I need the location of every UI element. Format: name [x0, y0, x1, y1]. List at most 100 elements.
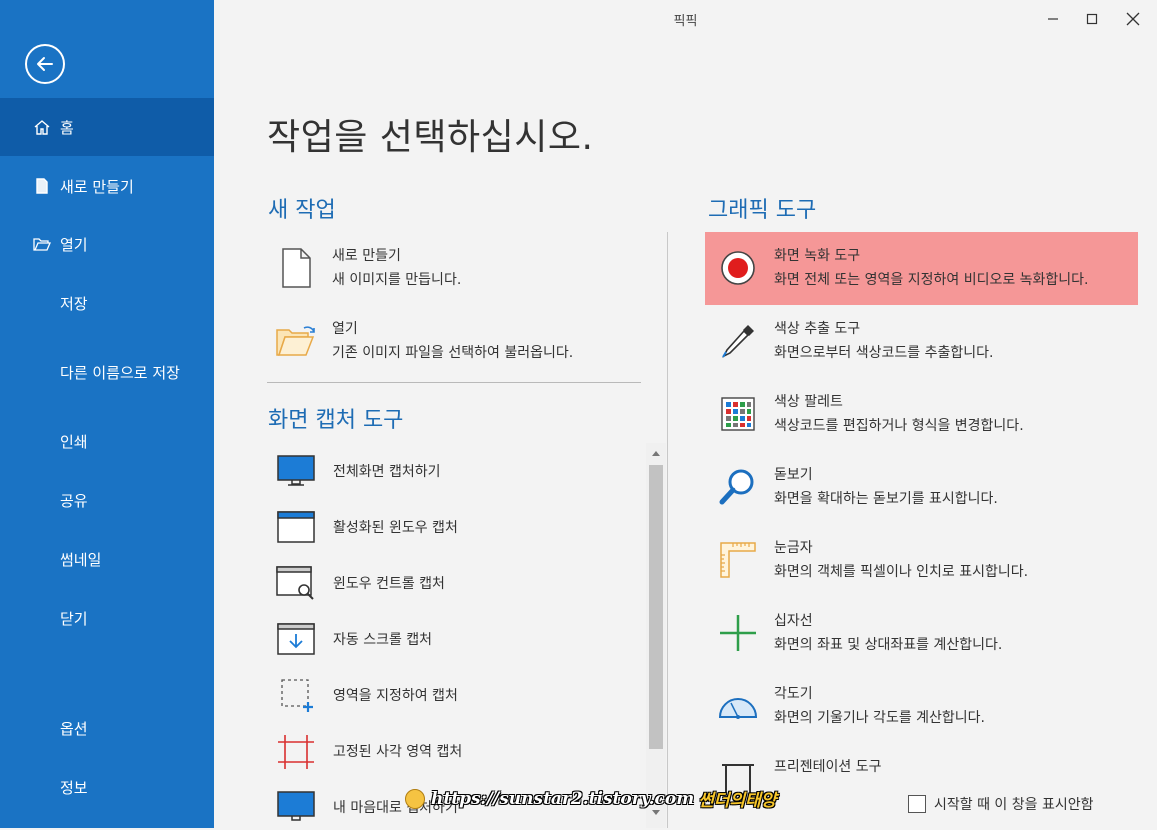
item-desc: 화면을 확대하는 돋보기를 표시합니다.: [774, 491, 998, 507]
section-title-graphic: 그래픽 도구: [708, 198, 817, 223]
item-desc: 화면 전체 또는 영역을 지정하여 비디오로 녹화합니다.: [774, 272, 1089, 288]
item-title: 새로 만들기: [332, 248, 401, 264]
capture-fixed-region-item[interactable]: 고정된 사각 영역 캡처: [273, 728, 462, 774]
palette-grid-icon: [716, 392, 760, 436]
item-label: 윈도우 컨트롤 캡처: [333, 576, 445, 592]
section-title-capture: 화면 캡처 도구: [268, 408, 404, 433]
item-label: 활성화된 윈도우 캡처: [333, 520, 458, 536]
window-magnifier-icon: [273, 563, 319, 603]
minimize-icon: [1048, 18, 1058, 20]
sidebar-item-new[interactable]: 새로 만들기: [0, 157, 214, 215]
sidebar-item-label: 열기: [60, 235, 88, 254]
sidebar-item-label: 닫기: [60, 609, 88, 628]
ruler-item[interactable]: 눈금자 화면의 객체를 픽셀이나 인치로 표시합니다.: [716, 538, 1028, 582]
arrow-left-icon: [37, 57, 53, 71]
item-title: 색상 팔레트: [774, 394, 843, 410]
protractor-icon: [716, 684, 760, 728]
item-label: 자동 스크롤 캡처: [333, 632, 433, 648]
back-button[interactable]: [25, 44, 65, 84]
item-desc: 화면의 기울기나 각도를 계산합니다.: [774, 710, 985, 726]
close-button[interactable]: [1118, 6, 1148, 32]
item-title: 눈금자: [774, 540, 813, 556]
sidebar: 홈 새로 만들기 열기 저장 다른 이름으로 저장 인쇄 공유 썸네일 닫기 옵…: [0, 0, 214, 828]
sidebar-item-label: 홈: [60, 118, 74, 137]
color-palette-item[interactable]: 색상 팔레트 색상코드를 편집하거나 형식을 변경합니다.: [716, 392, 1024, 436]
checkbox-box[interactable]: [908, 795, 926, 813]
sidebar-item-home[interactable]: 홈: [0, 98, 214, 156]
capture-region-item[interactable]: 영역을 지정하여 캡처: [273, 672, 458, 718]
sidebar-item-save[interactable]: 저장: [0, 274, 214, 332]
sidebar-item-thumbnail[interactable]: 썸네일: [0, 530, 214, 588]
window-icon: [273, 507, 319, 547]
record-icon: [716, 246, 760, 290]
screen-recorder-item[interactable]: 화면 녹화 도구 화면 전체 또는 영역을 지정하여 비디오로 녹화합니다.: [716, 246, 1089, 290]
item-desc: 색상코드를 편집하거나 형식을 변경합니다.: [774, 418, 1024, 434]
new-document-icon: [274, 246, 318, 290]
scroll-up-icon[interactable]: [651, 449, 661, 457]
item-title: 색상 추출 도구: [774, 321, 861, 337]
item-label: 영역을 지정하여 캡처: [333, 688, 458, 704]
fixed-region-icon: [273, 731, 319, 771]
section-divider: [267, 382, 641, 383]
capture-window-control-item[interactable]: 윈도우 컨트롤 캡처: [273, 560, 445, 606]
sidebar-item-label: 다른 이름으로 저장: [60, 363, 180, 382]
color-picker-item[interactable]: 색상 추출 도구 화면으로부터 색상코드를 추출합니다.: [716, 319, 993, 363]
title-bar: 픽픽: [214, 0, 1157, 38]
item-title: 화면 녹화 도구: [774, 248, 861, 264]
magnifier-icon: [716, 465, 760, 509]
capture-list-scrollbar[interactable]: [646, 443, 666, 828]
scroll-thumb[interactable]: [649, 465, 663, 749]
section-title-new-work: 새 작업: [268, 198, 336, 223]
minimize-button[interactable]: [1038, 6, 1068, 32]
sidebar-item-label: 새로 만들기: [60, 177, 134, 196]
sidebar-item-label: 저장: [60, 294, 88, 313]
startup-checkbox[interactable]: 시작할 때 이 창을 표시안함: [908, 794, 1093, 814]
maximize-button[interactable]: [1077, 6, 1107, 32]
item-desc: 화면의 좌표 및 상대좌표를 계산합니다.: [774, 637, 1003, 653]
folder-open-icon: [274, 319, 318, 363]
item-title: 열기: [332, 321, 358, 337]
sidebar-item-label: 썸네일: [60, 550, 102, 569]
item-title: 프리젠테이션 도구: [774, 759, 882, 775]
sidebar-item-close[interactable]: 닫기: [0, 589, 214, 647]
watermark-name: 썬더의태양: [698, 791, 777, 811]
item-desc: 기존 이미지 파일을 선택하여 불러옵니다.: [332, 345, 574, 361]
protractor-item[interactable]: 각도기 화면의 기울기나 각도를 계산합니다.: [716, 684, 985, 728]
column-divider: [667, 232, 668, 828]
capture-active-window-item[interactable]: 활성화된 윈도우 캡처: [273, 504, 458, 550]
sidebar-item-label: 옵션: [60, 719, 88, 738]
sidebar-item-save-as[interactable]: 다른 이름으로 저장: [0, 343, 214, 401]
document-icon: [36, 178, 48, 194]
open-image-item[interactable]: 열기 기존 이미지 파일을 선택하여 불러옵니다.: [274, 319, 573, 363]
close-icon: [1126, 12, 1140, 26]
sidebar-item-about[interactable]: 정보: [0, 758, 214, 816]
smiley-icon: [405, 788, 425, 809]
magnifier-item[interactable]: 돋보기 화면을 확대하는 돋보기를 표시합니다.: [716, 465, 998, 509]
item-title: 십자선: [774, 613, 813, 629]
sidebar-item-print[interactable]: 인쇄: [0, 412, 214, 470]
crosshair-item[interactable]: 십자선 화면의 좌표 및 상대좌표를 계산합니다.: [716, 611, 1002, 655]
item-label: 전체화면 캡처하기: [333, 464, 441, 480]
checkbox-label: 시작할 때 이 창을 표시안함: [934, 797, 1094, 813]
new-image-item[interactable]: 새로 만들기 새 이미지를 만듭니다.: [274, 246, 461, 290]
watermark-url: https://sunstar2.tistory.com: [431, 788, 695, 809]
sidebar-item-label: 공유: [60, 491, 88, 510]
capture-fullscreen-item[interactable]: 전체화면 캡처하기: [273, 448, 441, 494]
item-desc: 새 이미지를 만듭니다.: [332, 272, 462, 288]
sidebar-item-open[interactable]: 열기: [0, 215, 214, 273]
home-icon: [34, 120, 50, 135]
watermark: https://sunstar2.tistory.com 썬더의태양: [405, 786, 776, 811]
item-desc: 화면으로부터 색상코드를 추출합니다.: [774, 345, 994, 361]
crosshair-icon: [716, 611, 760, 655]
capture-auto-scroll-item[interactable]: 자동 스크롤 캡처: [273, 616, 432, 662]
page-title: 작업을 선택하십시오.: [267, 117, 594, 158]
ruler-icon: [716, 538, 760, 582]
maximize-icon: [1086, 13, 1098, 25]
sidebar-item-share[interactable]: 공유: [0, 471, 214, 529]
scroll-down-icon: [273, 619, 319, 659]
item-desc: 화면의 객체를 픽셀이나 인치로 표시합니다.: [774, 564, 1029, 580]
folder-open-icon: [33, 238, 51, 251]
sidebar-item-label: 정보: [60, 778, 88, 797]
item-title: 각도기: [774, 686, 813, 702]
sidebar-item-options[interactable]: 옵션: [0, 699, 214, 757]
